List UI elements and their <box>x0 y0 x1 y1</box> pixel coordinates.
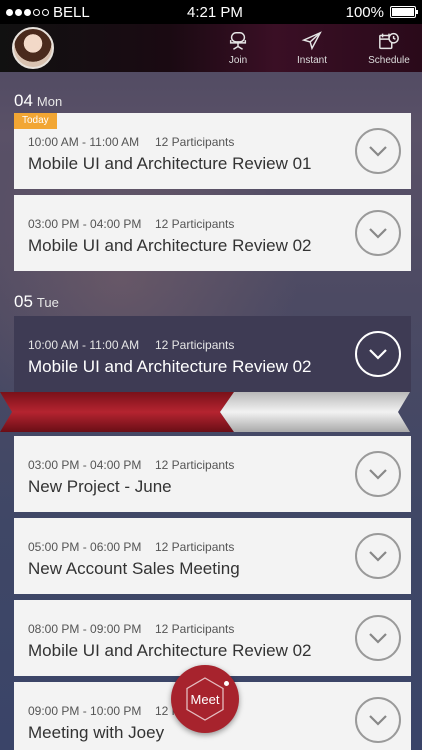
meeting-title: Mobile UI and Architecture Review 02 <box>28 236 312 255</box>
chevron-down-icon <box>369 349 387 360</box>
meeting-time: 03:00 PM - 04:00 PM <box>28 458 142 472</box>
meeting-time: 09:00 PM - 10:00 PM <box>28 704 142 718</box>
top-bar: Join Instant Schedule <box>0 24 422 72</box>
expand-button[interactable] <box>355 210 401 256</box>
meeting-time: 03:00 PM - 04:00 PM <box>28 217 142 231</box>
meeting-card[interactable]: 03:00 PM - 04:00 PM 12 Participants New … <box>14 436 411 512</box>
meet-button[interactable]: Meet <box>171 665 239 733</box>
today-badge: Today <box>14 113 57 129</box>
schedule-label: Schedule <box>368 55 410 66</box>
notification-dot <box>222 679 231 688</box>
battery-percent: 100% <box>345 3 384 21</box>
day-header: 05 Tue <box>14 292 59 312</box>
meeting-card-selected[interactable]: 10:00 AM - 11:00 AM 12 Participants Mobi… <box>14 316 411 392</box>
day-number: 05 <box>14 292 33 311</box>
chevron-down-icon <box>369 633 387 644</box>
calendar-clock-icon <box>379 32 399 50</box>
chevron-down-icon <box>369 715 387 726</box>
expand-button[interactable] <box>355 331 401 377</box>
meeting-time: 10:00 AM - 11:00 AM <box>28 338 140 352</box>
meeting-title: Mobile UI and Architecture Review 01 <box>28 154 312 173</box>
meeting-time: 10:00 AM - 11:00 AM <box>28 135 140 149</box>
paper-plane-icon <box>301 31 322 51</box>
meeting-card[interactable]: 03:00 PM - 04:00 PM 12 Participants Mobi… <box>14 195 411 271</box>
meeting-time: 08:00 PM - 09:00 PM <box>28 622 142 636</box>
meeting-card[interactable]: 08:00 PM - 09:00 PM 12 Participants Mobi… <box>14 600 411 676</box>
meeting-participants: 12 Participants <box>155 338 235 352</box>
meeting-participants: 12 Participants <box>155 622 235 636</box>
expand-button[interactable] <box>355 533 401 579</box>
meeting-participants: 12 Participants <box>155 217 235 231</box>
chevron-down-icon <box>369 551 387 562</box>
chevron-down-icon <box>369 469 387 480</box>
schedule-button[interactable]: Schedule <box>359 30 419 70</box>
day-of-week: Tue <box>36 295 59 310</box>
meeting-card[interactable]: Today 10:00 AM - 11:00 AM 12 Participant… <box>14 113 411 189</box>
join-label: Join <box>228 55 248 66</box>
join-button[interactable]: Join <box>208 30 268 70</box>
status-bar: BELL 4:21 PM 100% <box>0 0 422 24</box>
meeting-title: New Project - June <box>28 477 172 496</box>
meeting-title: New Account Sales Meeting <box>28 559 240 578</box>
meeting-title: Mobile UI and Architecture Review 02 <box>28 641 312 660</box>
expand-button[interactable] <box>355 451 401 497</box>
day-number: 04 <box>14 91 33 110</box>
meeting-card[interactable]: 05:00 PM - 06:00 PM 12 Participants New … <box>14 518 411 594</box>
meeting-participants: 12 Participants <box>155 540 235 554</box>
expand-button[interactable] <box>355 128 401 174</box>
instant-button[interactable]: Instant <box>282 30 342 70</box>
progress-ribbon <box>0 392 410 432</box>
chevron-down-icon <box>369 228 387 239</box>
expand-button[interactable] <box>355 697 401 743</box>
meet-label: Meet <box>190 691 220 707</box>
meeting-participants: 12 Participants <box>155 458 235 472</box>
expand-button[interactable] <box>355 615 401 661</box>
clock: 4:21 PM <box>187 3 243 21</box>
day-of-week: Mon <box>36 94 63 109</box>
carrier-label: BELL <box>53 3 90 21</box>
meeting-title: Mobile UI and Architecture Review 02 <box>28 357 312 376</box>
meeting-title: Meeting with Joey <box>28 723 165 742</box>
instant-label: Instant <box>296 55 328 66</box>
chair-icon <box>229 32 247 50</box>
signal-icon <box>6 8 49 16</box>
day-header: 04 Mon <box>14 91 62 111</box>
avatar[interactable] <box>12 27 54 69</box>
chevron-down-icon <box>369 146 387 157</box>
meeting-participants: 12 Participants <box>155 135 235 149</box>
meeting-time: 05:00 PM - 06:00 PM <box>28 540 142 554</box>
battery-icon <box>390 6 418 18</box>
